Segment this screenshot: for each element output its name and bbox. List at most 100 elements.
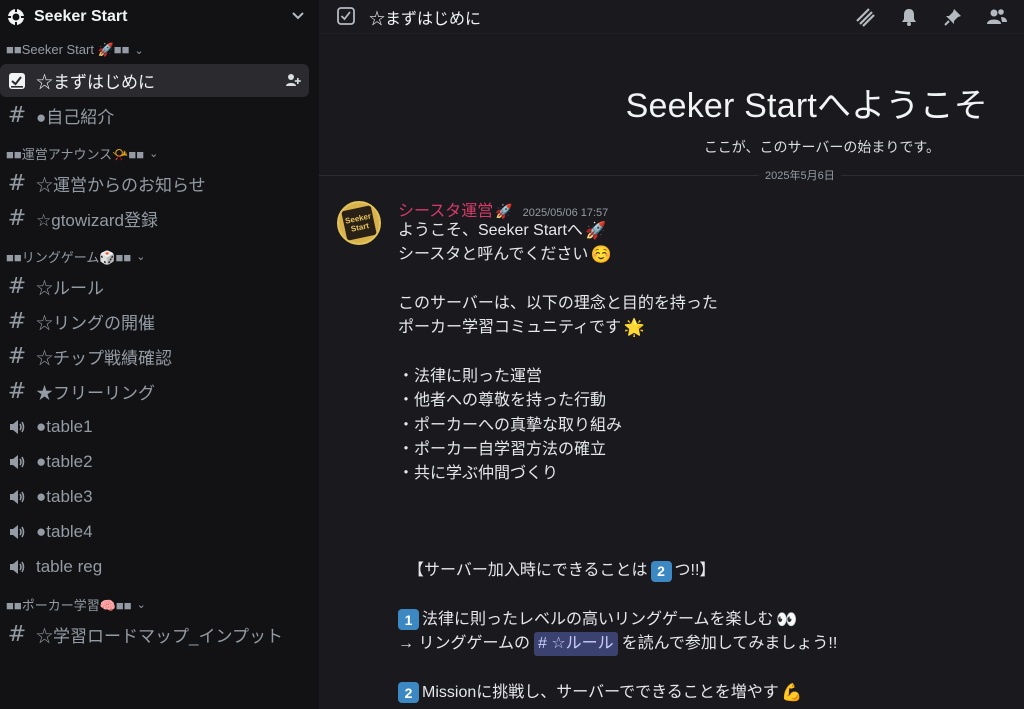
invite-user-icon[interactable]	[285, 72, 301, 93]
category-label: ■■Seeker Start 🚀■■	[6, 42, 130, 57]
channel-item-hajimeni[interactable]: ☆まずはじめに	[0, 64, 309, 97]
voice-channel-table4[interactable]: ●table4	[0, 515, 309, 548]
category-seeker-start[interactable]: ■■Seeker Start 🚀■■ ⌄	[0, 38, 319, 62]
keycap-2-emoji: 2	[398, 682, 419, 704]
channel-item-gtowizard[interactable]: # ☆gtowizard登録	[0, 202, 309, 235]
message-header: シースタ運営 🚀 2025/05/06 17:57	[398, 197, 1004, 221]
message-author[interactable]: シースタ運営 🚀	[398, 197, 513, 221]
flexed-biceps-emoji: 💪	[781, 682, 803, 702]
channel-item-free-ring[interactable]: # ★フリーリング	[0, 375, 309, 408]
author-name: シースタ運営	[398, 203, 494, 220]
message-timestamp[interactable]: 2025/05/06 17:57	[523, 207, 609, 219]
channel-label: ☆ルール	[36, 279, 104, 298]
chat-main: ☆まずはじめに Seeker Startへようこそ ここが、このサーバーの始まり…	[319, 0, 1024, 709]
channel-item-jikoshokai[interactable]: # ●自己紹介	[0, 99, 309, 132]
channel-topbar: ☆まずはじめに	[319, 0, 1024, 34]
message-line: ポーカー学習コミュニティです 🌟	[398, 316, 1004, 340]
channel-label: ☆チップ戦績確認	[36, 349, 172, 368]
rocket-emoji: 🚀	[495, 203, 513, 219]
speaker-icon	[6, 521, 28, 543]
keycap-2-emoji: 2	[650, 560, 672, 582]
keycap-1-emoji: 1	[398, 609, 419, 631]
voice-channel-table1[interactable]: ●table1	[0, 410, 309, 443]
voice-channel-table-reg[interactable]: table reg	[0, 550, 309, 583]
avatar[interactable]: Seeker Start	[337, 201, 381, 245]
smiling-face-emoji: ☺️	[590, 245, 612, 265]
line-text: Missionに挑戦し、サーバーでできることを増やす	[422, 683, 779, 701]
line-text: 【サーバー加入時にできることは	[408, 562, 648, 580]
channel-title: ☆まずはじめに	[369, 10, 482, 28]
category-label: ■■運営アナウンス📯■■	[6, 146, 145, 162]
message-line: シースタと呼んでください ☺️	[398, 243, 1004, 267]
welcome-title: Seeker Startへようこそ	[625, 87, 988, 125]
server-name: Seeker Start	[34, 8, 128, 25]
channel-sidebar: Seeker Start ■■Seeker Start 🚀■■ ⌄ ☆まずはじめ…	[0, 0, 319, 709]
line-text: 法律に則ったレベルの高いリングゲームを楽しむ	[422, 610, 774, 628]
speaker-icon	[6, 451, 28, 473]
message-line: 2 Missionに挑戦し、サーバーでできることを増やす 💪	[398, 681, 1004, 705]
channel-mention-rule[interactable]: # ☆ルール	[533, 632, 618, 657]
channel-label: ★フリーリング	[36, 384, 155, 403]
channel-item-chip[interactable]: # ☆チップ戦績確認	[0, 340, 309, 373]
bullet-line: ・ポーカー自学習方法の確立	[398, 440, 607, 458]
channel-label: ☆運営からのお知らせ	[36, 176, 206, 195]
channel-item-ring-kaisai[interactable]: # ☆リングの開催	[0, 305, 309, 338]
voice-channel-table3[interactable]: ●table3	[0, 480, 309, 513]
message-line: 1 法律に則ったレベルの高いリングゲームを楽しむ 👀	[398, 608, 1004, 632]
channel-label: ●自己紹介	[36, 108, 115, 127]
chevron-down-icon[interactable]	[291, 9, 305, 25]
rocket-emoji: 🚀	[585, 221, 607, 241]
welcome-subtitle: ここが、このサーバーの始まりです。	[703, 139, 940, 155]
topbar-tools	[854, 6, 1024, 28]
bullet-line: ・他者への尊敬を持った行動	[398, 392, 607, 410]
category-announce[interactable]: ■■運営アナウンス📯■■ ⌄	[0, 141, 319, 165]
message-body: シースタ運営 🚀 2025/05/06 17:57 ようこそ、Seeker Sta…	[398, 197, 1004, 705]
channel-label: ☆リングの開催	[36, 314, 155, 333]
line-text: つ!!】	[674, 562, 716, 580]
hash-icon: #	[7, 103, 27, 128]
channel-label: ☆学習ロードマップ_インプット	[36, 627, 283, 646]
channel-item-rule[interactable]: # ☆ルール	[0, 270, 309, 303]
line-text: このサーバーは、以下の理念と目的を持った	[398, 295, 718, 313]
channel-item-roadmap[interactable]: # ☆学習ロードマップ_インプット	[0, 618, 309, 651]
members-icon[interactable]	[986, 6, 1008, 28]
channel-label: ☆gtowizard登録	[36, 211, 158, 230]
bullet-line: ・ポーカーへの真摯な取り組み	[398, 416, 623, 434]
hash-icon: #	[7, 622, 27, 647]
welcome-header: Seeker Startへようこそ ここが、このサーバーの始まりです。	[626, 78, 988, 157]
avatar-text: Seeker Start	[341, 205, 377, 241]
channel-label: ●table4	[36, 521, 93, 541]
rules-checkbox-icon	[337, 6, 357, 27]
threads-icon[interactable]	[854, 6, 876, 28]
message-line: ようこそ、Seeker Startへ 🚀	[398, 219, 1004, 243]
speaker-icon	[6, 556, 28, 578]
voice-channel-table2[interactable]: ●table2	[0, 445, 309, 478]
speaker-icon	[6, 486, 28, 508]
section-heading: 【サーバー加入時にできることは 2 つ!!】	[398, 559, 1004, 583]
bullet-line: ・共に学ぶ仲間づくり	[398, 465, 559, 483]
category-ring-game[interactable]: ■■リングゲーム🎲■■ ⌄	[0, 244, 319, 268]
line-text: ポーカー学習コミュニティです	[398, 319, 622, 337]
hash-icon: #	[7, 344, 27, 369]
category-poker-study[interactable]: ■■ポーカー学習🧠■■ ⌄	[0, 592, 319, 616]
server-logo-icon	[6, 7, 26, 27]
hash-icon: #	[7, 309, 27, 334]
channel-item-oshirase[interactable]: # ☆運営からのお知らせ	[0, 167, 309, 200]
message: Seeker Start シースタ運営 🚀 2025/05/06 17:57 よう…	[337, 197, 1004, 705]
message-line: このサーバーは、以下の理念と目的を持った	[398, 292, 1004, 316]
channel-label: ●table1	[36, 416, 93, 436]
eyes-emoji: 👀	[775, 609, 798, 629]
bell-icon[interactable]	[898, 6, 920, 28]
chevron-down-icon: ⌄	[136, 598, 146, 611]
channel-label: table reg	[36, 556, 103, 576]
rules-checkbox-icon	[6, 70, 28, 92]
chevron-down-icon: ⌄	[136, 250, 146, 263]
pin-icon[interactable]	[942, 6, 964, 28]
hash-icon: #	[7, 206, 27, 231]
server-header[interactable]: Seeker Start	[0, 0, 319, 34]
